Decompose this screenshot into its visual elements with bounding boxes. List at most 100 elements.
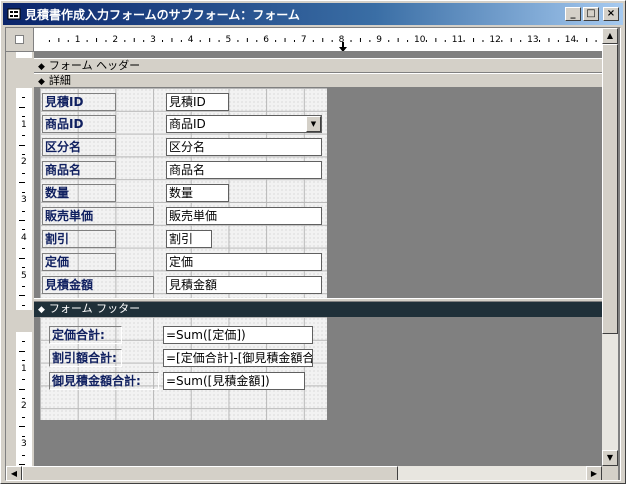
field-suryo[interactable]: 数量 [166,184,229,202]
ruler-tick [22,172,25,174]
ruler-number: 7 [300,35,307,45]
ruler-tick [19,219,25,221]
chevron-down-icon[interactable]: ▼ [306,116,321,132]
label-mitsumori-id[interactable]: 見積ID [42,93,116,111]
title-bar[interactable]: 見積書作成入力フォームのサブフォーム：フォーム _ □ × [3,3,623,25]
field-waribiki[interactable]: 割引 [166,230,212,248]
field-kubun-mei[interactable]: 区分名 [166,138,322,156]
form-icon[interactable] [7,7,21,21]
label-teika[interactable]: 定価 [42,253,116,271]
label-waribiki[interactable]: 割引 [42,230,116,248]
ruler-number: 6 [263,35,269,45]
ruler-ticks [48,38,597,42]
ruler-number: 10 [414,35,426,45]
scroll-up-icon[interactable]: ▲ [602,28,618,44]
ruler-tick [22,210,25,212]
label-shohin-mei[interactable]: 商品名 [42,161,116,179]
ruler-number: 1 [74,35,81,45]
field-hanbai-tanka[interactable]: 販売単価 [166,207,322,225]
down-arrow-icon [339,42,347,51]
ruler-tick [22,304,25,306]
ruler-number: 14 [564,35,577,45]
ruler-tick [22,379,25,381]
form-header-label: フォーム ヘッダー [48,59,141,72]
ruler-tick [19,350,25,352]
maximize-button[interactable]: □ [583,7,599,21]
ruler-number: 2 [21,401,27,412]
combo-shohin-id[interactable]: 商品ID ▼ [166,115,322,133]
horizontal-scrollbar[interactable]: ◀ ▶ [6,466,602,480]
ruler-number: 1 [21,119,27,130]
ruler-number: 2 [112,35,119,45]
ruler-tick [22,229,25,231]
ruler-tick [19,426,25,428]
vertical-scroll-thumb[interactable] [602,44,618,334]
ruler-tick [19,257,25,259]
vertical-ruler[interactable]: 1 2 3 4 5 1 2 3 [6,52,34,466]
horizontal-scroll-thumb[interactable] [22,466,398,480]
detail-band[interactable]: ◆ 詳細 [34,73,602,88]
ruler-tick [22,435,25,437]
ruler-number: 4 [187,35,194,45]
field-mitsumori-id[interactable]: 見積ID [166,93,229,111]
close-button[interactable]: × [603,7,619,21]
ruler-number: 3 [21,195,27,206]
ruler-tick [22,397,25,399]
design-workspace[interactable]: 12345678910111213141 12345123 ◆フォーム ヘッダー… [5,27,621,481]
section-arrow-icon: ◆ [38,62,45,72]
field-teika-gokei[interactable]: =Sum([定価]) [163,326,313,344]
ruler-tick [19,106,25,108]
label-kubun-mei[interactable]: 区分名 [42,138,116,156]
label-hanbai-tanka[interactable]: 販売単価 [42,207,154,225]
form-selector-icon[interactable] [15,35,24,44]
vertical-scrollbar[interactable]: ▲ ▼ [602,28,618,466]
ruler-tick [19,182,25,184]
ruler-tick [22,454,25,456]
ruler-tick [22,341,25,343]
field-teika[interactable]: 定価 [166,253,322,271]
field-waribikigaku-gokei[interactable]: =[定価合計]-[御見積金額合 [163,349,313,367]
label-suryo[interactable]: 数量 [42,184,116,202]
form-window: 見積書作成入力フォームのサブフォーム：フォーム _ □ × 1234567891… [0,0,626,484]
minimize-button[interactable]: _ [565,7,581,21]
ruler-tick [22,416,25,418]
ruler-number: 4 [21,232,27,243]
label-teika-gokei[interactable]: 定価合計: [49,326,122,344]
ruler-tick [19,463,25,465]
window-title: 見積書作成入力フォームのサブフォーム：フォーム [25,8,300,22]
label-mitsumori-kingaku[interactable]: 見積金額 [42,276,154,294]
label-shohin-id[interactable]: 商品ID [42,115,116,133]
ruler-tick [22,135,25,137]
ruler-tick [22,97,25,99]
detail-section[interactable]: 見積ID 見積ID 商品ID 商品ID ▼ 区分名 区分名 商品名 商品名 数量… [40,88,327,298]
footer-section[interactable]: 定価合計: =Sum([定価]) 割引額合計: =[定価合計]-[御見積金額合 … [40,317,327,420]
horizontal-ruler[interactable]: 12345678910111213141 [34,28,602,52]
form-footer-label: フォーム フッター [48,302,141,315]
ruler-corner[interactable] [6,28,34,52]
field-shohin-mei[interactable]: 商品名 [166,161,322,179]
combo-shohin-id-value: 商品ID [169,117,206,131]
ruler-tick [22,153,25,155]
scroll-right-icon[interactable]: ▶ [586,466,602,480]
section-arrow-icon: ◆ [38,305,45,315]
ruler-number: 5 [225,35,232,45]
label-waribikigaku-gokei[interactable]: 割引額合計: [49,349,122,367]
ruler-number: 13 [527,35,539,45]
ruler-number: 3 [21,439,27,450]
field-mitsumori-kingaku[interactable]: 見積金額 [166,276,322,294]
field-go-mitsumori-kingaku-gokei[interactable]: =Sum([見積金額]) [163,372,305,390]
form-header-band[interactable]: ◆ フォーム ヘッダー [34,58,602,73]
ruler-number: 12 [489,35,501,45]
ruler-number: 1 [21,363,27,374]
ruler-tick [19,295,25,297]
size-grip[interactable] [602,466,618,480]
ruler-header-area [16,52,32,58]
ruler-tick [22,360,25,362]
label-go-mitsumori-kingaku-gokei[interactable]: 御見積金額合計: [49,372,159,390]
scroll-down-icon[interactable]: ▼ [602,450,618,466]
scroll-left-icon[interactable]: ◀ [6,466,22,480]
section-arrow-icon: ◆ [38,77,45,87]
form-footer-band[interactable]: ◆ フォーム フッター [34,302,602,317]
ruler-number: 11 [451,35,464,45]
ruler-number: 2 [21,157,27,168]
